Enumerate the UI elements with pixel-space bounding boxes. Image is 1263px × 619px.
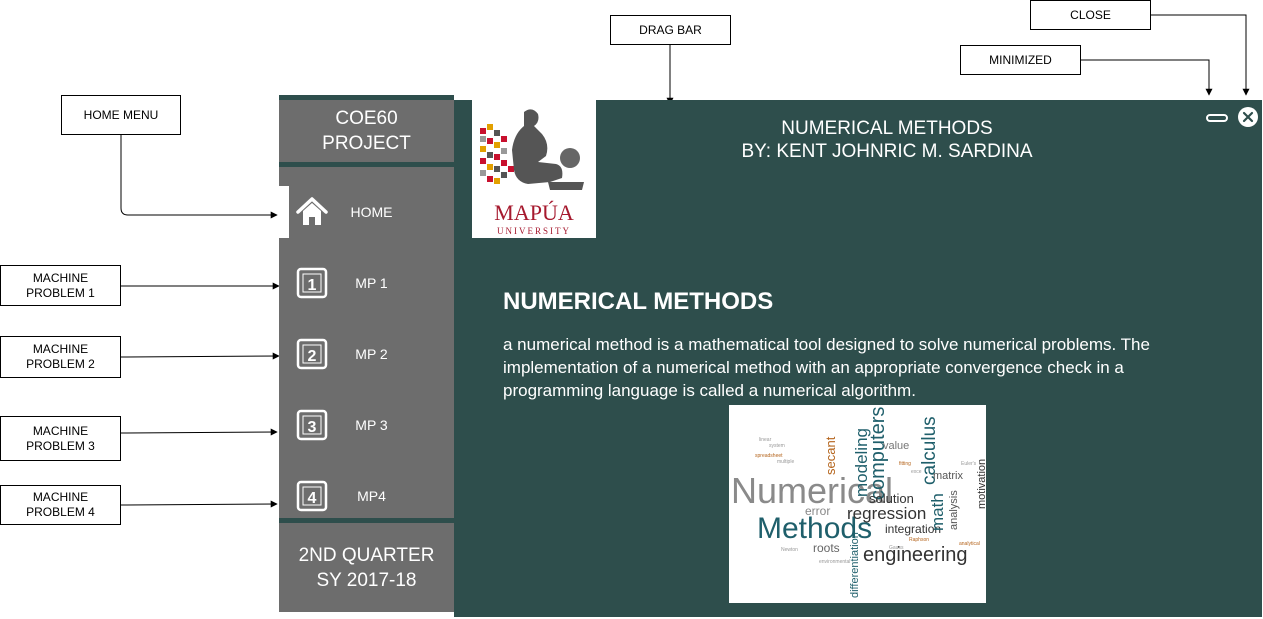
svg-text:environmental: environmental (819, 559, 850, 565)
svg-text:Newton: Newton (781, 547, 798, 553)
number-4-icon: 4 (296, 480, 328, 512)
active-indicator (279, 186, 289, 238)
machine-problem-3-annotation: MACHINE PROBLEM 3 (0, 416, 121, 461)
close-button[interactable] (1237, 106, 1259, 128)
sidebar-header: COE60 PROJECT (279, 100, 454, 162)
svg-text:1: 1 (308, 277, 317, 294)
title-line-1: NUMERICAL METHODS (781, 118, 993, 139)
title-line-2: BY: KENT JOHNRIC M. SARDINA (741, 141, 1033, 162)
home-menu-annotation: HOME MENU (61, 95, 181, 135)
logo-sub: UNIVERSITY (497, 226, 571, 236)
machine-problem-4-annotation: MACHINE PROBLEM 4 (0, 485, 121, 525)
sidebar-item-label: MP 1 (355, 275, 388, 291)
machine-problem-2-annotation: MACHINE PROBLEM 2 (0, 336, 121, 378)
close-annotation: CLOSE (1030, 0, 1151, 30)
sidebar-item-label: MP 3 (355, 417, 388, 433)
word-cloud-word: motivation (976, 459, 986, 509)
minimize-icon (1206, 114, 1228, 122)
sidebar-item-label: MP 2 (355, 346, 388, 362)
word-cloud-word: differentiation (849, 532, 861, 598)
word-cloud-word: value (883, 440, 909, 452)
svg-text:4: 4 (308, 490, 317, 507)
mapua-logo: MAPÚA UNIVERSITY (472, 100, 596, 238)
home-icon (296, 197, 328, 225)
sidebar-item-mp1[interactable]: 1 MP 1 (279, 257, 454, 309)
quarter-label: 2ND QUARTER SY 2017-18 (298, 544, 435, 591)
minimize-button[interactable] (1206, 111, 1228, 123)
number-2-icon: 2 (296, 338, 328, 370)
sidebar-item-label: MP4 (357, 488, 386, 504)
word-cloud-word: secant (823, 436, 838, 475)
content-heading: NUMERICAL METHODS (503, 288, 774, 315)
sidebar-item-mp3[interactable]: 3 MP 3 (279, 399, 454, 451)
minimized-annotation: MINIMIZED (960, 45, 1081, 75)
word-cloud-word: solution (869, 491, 914, 506)
svg-text:multiple: multiple (777, 459, 794, 465)
svg-text:2: 2 (308, 348, 317, 365)
mapua-logo-graphic: MAPÚA UNIVERSITY (480, 109, 584, 236)
word-cloud-word: error (805, 504, 830, 518)
sidebar-footer: 2ND QUARTER SY 2017-18 (279, 523, 454, 612)
word-cloud-word: math (928, 493, 947, 531)
word-cloud-word: roots (813, 541, 840, 555)
drag-bar-annotation: DRAG BAR (610, 15, 731, 45)
word-cloud-word: engineering (863, 544, 968, 566)
svg-text:exce: exce (911, 469, 922, 475)
main-window: MAPÚA UNIVERSITY NUMERICAL METHODS BY: K… (454, 100, 1262, 617)
svg-text:3: 3 (308, 419, 317, 436)
logo-name: MAPÚA (494, 200, 574, 225)
svg-text:Raphson: Raphson (909, 537, 929, 543)
number-3-icon: 3 (296, 409, 328, 441)
svg-text:analytical: analytical (959, 541, 980, 547)
sidebar-item-label: HOME (350, 204, 393, 220)
sidebar-item-mp2[interactable]: 2 MP 2 (279, 328, 454, 380)
word-cloud-word: matrix (933, 470, 963, 482)
machine-problem-1-annotation: MACHINE PROBLEM 1 (0, 265, 121, 306)
project-title: COE60 PROJECT (322, 108, 411, 154)
sidebar-item-home[interactable]: HOME (279, 186, 454, 238)
svg-text:Gauss: Gauss (889, 545, 904, 551)
close-icon (1238, 107, 1258, 127)
sidebar: COE60 PROJECT HOME 1 MP 1 2 MP 2 3 MP 3 … (279, 95, 454, 612)
window-title: NUMERICAL METHODS BY: KENT JOHNRIC M. SA… (687, 117, 1087, 163)
word-cloud-image: Numerical Methods modeling computers cal… (729, 405, 988, 603)
content-paragraph: a numerical method is a mathematical too… (503, 335, 1150, 400)
sidebar-item-mp4[interactable]: 4 MP4 (279, 470, 454, 522)
number-1-icon: 1 (296, 267, 328, 299)
word-cloud-word: computers (867, 407, 889, 500)
word-cloud-word: regression (847, 504, 926, 523)
svg-text:system: system (769, 443, 785, 449)
word-cloud-word: analysis (948, 490, 960, 530)
svg-text:fitting: fitting (899, 461, 911, 467)
sidebar-menu: HOME 1 MP 1 2 MP 2 3 MP 3 4 MP4 (279, 167, 454, 518)
svg-text:Euler's: Euler's (961, 461, 977, 467)
